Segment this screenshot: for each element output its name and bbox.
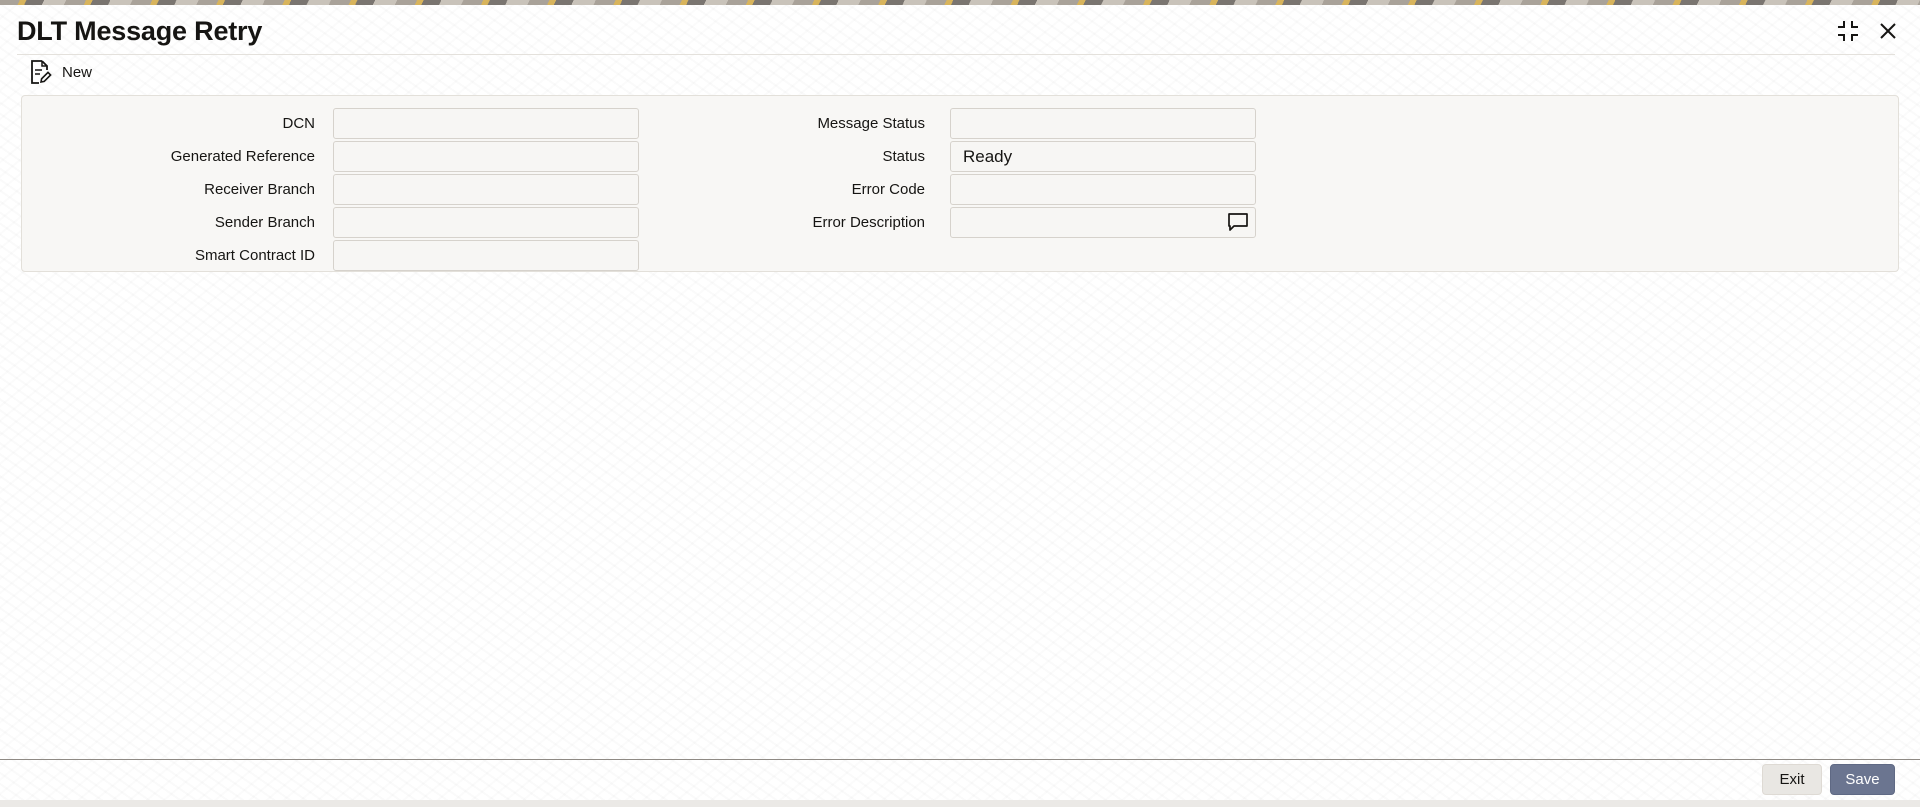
generated-reference-label: Generated Reference [170,148,315,165]
receiver-branch-label: Receiver Branch [204,181,315,198]
top-decorative-stripe [0,0,1920,5]
error-description-label: Error Description [812,214,925,231]
dcn-input[interactable] [333,108,639,139]
collapse-icon [1838,21,1858,41]
receiver-branch-row: Receiver Branch [22,174,639,205]
form-panel: DCN Generated Reference Receiver Branch … [21,95,1899,272]
exit-button[interactable]: Exit [1762,764,1822,795]
title-divider [17,54,1895,55]
close-button[interactable] [1875,18,1901,44]
sender-branch-label: Sender Branch [214,214,315,231]
generated-reference-row: Generated Reference [22,141,639,172]
generated-reference-input[interactable] [333,141,639,172]
message-status-row: Message Status [642,108,1256,139]
dcn-row: DCN [22,108,639,139]
bottom-edge [0,800,1920,807]
error-description-row: Error Description [642,207,1256,238]
document-edit-icon [31,60,52,84]
close-icon [1880,23,1896,39]
collapse-button[interactable] [1835,18,1861,44]
error-description-popup-button[interactable] [1226,211,1250,233]
status-input[interactable] [950,141,1256,172]
new-button[interactable]: New [28,58,92,86]
error-code-input[interactable] [950,174,1256,205]
error-description-field [950,207,1256,238]
error-code-row: Error Code [642,174,1256,205]
new-button-label: New [62,63,93,81]
comment-icon [1228,213,1248,231]
save-button[interactable]: Save [1830,764,1895,795]
smart-contract-id-label: Smart Contract ID [194,247,315,264]
error-code-label: Error Code [851,181,925,198]
message-status-input[interactable] [950,108,1256,139]
page-title: DLT Message Retry [17,16,263,46]
window-controls [1835,18,1901,44]
dcn-label: DCN [282,115,316,132]
smart-contract-id-input[interactable] [333,240,639,271]
status-label: Status [882,148,925,165]
footer-divider [0,759,1920,760]
receiver-branch-input[interactable] [333,174,639,205]
error-description-input[interactable] [950,207,1256,238]
sender-branch-input[interactable] [333,207,639,238]
message-status-label: Message Status [817,115,925,132]
smart-contract-id-row: Smart Contract ID [22,240,639,271]
sender-branch-row: Sender Branch [22,207,639,238]
status-row: Status [642,141,1256,172]
